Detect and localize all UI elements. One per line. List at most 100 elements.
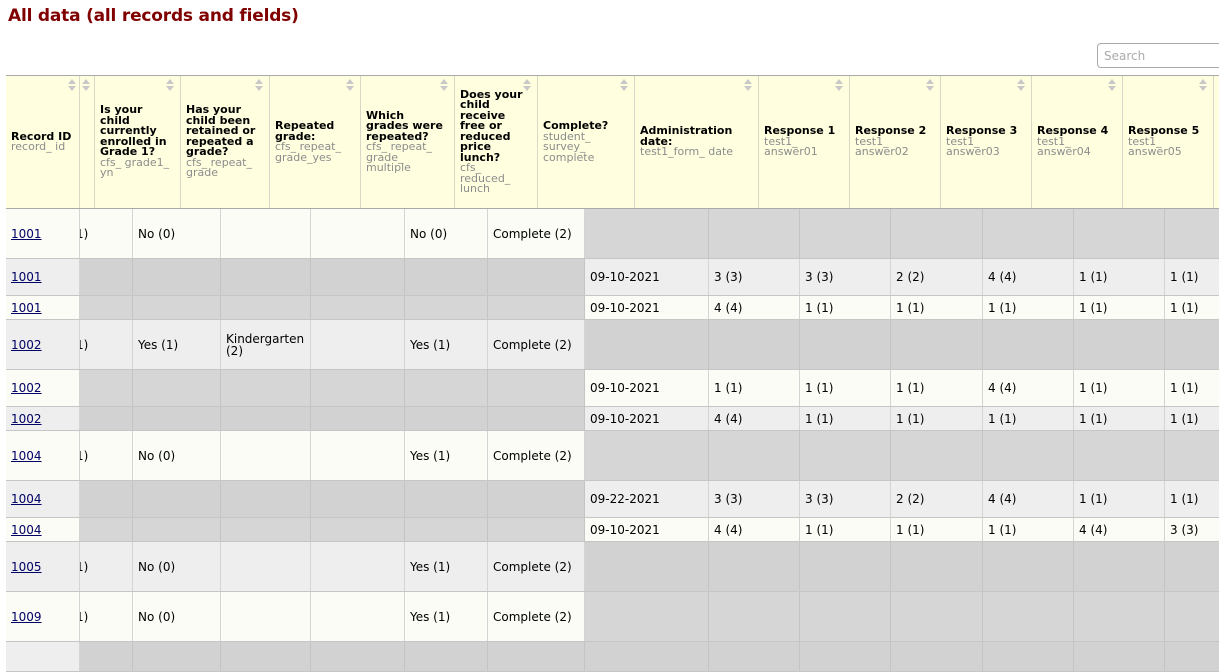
data-cell — [585, 592, 709, 641]
sort-both-icon[interactable] — [1108, 79, 1116, 93]
data-cell: No (0) — [133, 431, 221, 480]
data-cell — [983, 320, 1074, 369]
search-input[interactable] — [1097, 43, 1219, 68]
data-cell — [405, 481, 488, 517]
cell-value: 1 (1) — [896, 522, 925, 537]
data-cell: 1 (1) — [983, 407, 1074, 430]
sort-both-icon[interactable] — [926, 79, 934, 93]
cell-value: 09-10-2021 — [590, 300, 660, 315]
column-header[interactable]: Response 4 test1_ answer04 — [1032, 76, 1123, 208]
sort-both-icon[interactable] — [346, 79, 354, 93]
record-id-link[interactable]: 1004 — [11, 450, 42, 462]
data-cell: 3 (3) — [709, 259, 800, 295]
sort-both-icon[interactable] — [523, 79, 531, 93]
data-cell — [488, 481, 585, 517]
sort-both-icon[interactable] — [1199, 79, 1207, 93]
sort-both-icon[interactable] — [744, 79, 752, 93]
cell-value: 1 (1) — [988, 300, 1017, 315]
search-box[interactable] — [1097, 43, 1219, 68]
record-id-link[interactable]: 1002 — [11, 382, 42, 394]
data-cell — [488, 642, 585, 671]
data-cell — [891, 542, 983, 591]
cell-value: Yes (1) — [410, 559, 451, 574]
cell-value: Complete (2) — [493, 448, 572, 463]
data-cell — [800, 431, 891, 480]
sort-both-icon[interactable] — [1017, 79, 1025, 93]
column-header-partial[interactable] — [1214, 76, 1219, 208]
data-cell: 3 (3) — [800, 259, 891, 295]
record-id-cell: 1002 — [6, 320, 80, 369]
column-header[interactable]: Response 2 test1_ answer02 — [850, 76, 941, 208]
record-id-cell: 1001 — [6, 259, 80, 295]
sort-both-icon[interactable] — [82, 79, 90, 93]
data-cell: 1) — [80, 431, 133, 480]
data-cell — [311, 592, 405, 641]
record-id-link[interactable]: 1004 — [11, 493, 42, 505]
data-cell: 4 (4) — [983, 481, 1074, 517]
data-cell: Yes (1) — [133, 320, 221, 369]
table-row — [6, 642, 1219, 672]
data-cell — [311, 320, 405, 369]
column-header[interactable]: Does your child receive free or reduced … — [455, 76, 538, 208]
column-header[interactable]: Response 3 test1_ answer03 — [941, 76, 1032, 208]
column-header[interactable]: Response 5 test1_ answer05 — [1123, 76, 1214, 208]
data-cell — [311, 518, 405, 541]
column-header[interactable]: Which grades were repeated? cfs_ repeat_ … — [361, 76, 455, 208]
sort-both-icon[interactable] — [620, 79, 628, 93]
record-id-link[interactable]: 1001 — [11, 228, 42, 240]
record-id-link[interactable]: 1002 — [11, 339, 42, 351]
column-variable-name: cfs_ reduced_ lunch — [460, 161, 511, 195]
record-id-link[interactable]: 1001 — [11, 271, 42, 283]
data-cell — [585, 642, 709, 671]
data-cell: Yes (1) — [405, 592, 488, 641]
record-id-cell: 1004 — [6, 481, 80, 517]
column-header[interactable]: Complete? student_ survey_ complete — [538, 76, 635, 208]
data-cell — [221, 209, 311, 258]
sort-both-icon[interactable] — [68, 79, 76, 93]
data-cell — [311, 642, 405, 671]
cell-value: 1 (1) — [805, 411, 834, 426]
data-cell: 1 (1) — [709, 370, 800, 406]
data-cell — [221, 518, 311, 541]
column-header[interactable]: Is your child currently enrolled in Grad… — [95, 76, 181, 208]
column-label: Which grades were repeated? — [366, 108, 443, 143]
table-row: 1005 1) No (0) Yes (1) Complete (2) — [6, 542, 1219, 592]
sort-both-icon[interactable] — [255, 79, 263, 93]
record-id-link[interactable]: 1009 — [11, 611, 42, 623]
data-cell: Yes (1) — [405, 542, 488, 591]
data-cell: 3 (3) — [1165, 518, 1219, 541]
cell-value: 1 (1) — [988, 411, 1017, 426]
data-cell — [1165, 542, 1219, 591]
sort-both-icon[interactable] — [166, 79, 174, 93]
data-cell: 1 (1) — [1074, 259, 1165, 295]
data-cell — [311, 407, 405, 430]
data-cell — [891, 642, 983, 671]
column-header[interactable]: Response 1 test1_ answer01 — [759, 76, 850, 208]
data-cell: 1 (1) — [1165, 259, 1219, 295]
sort-both-icon[interactable] — [835, 79, 843, 93]
column-header[interactable] — [80, 76, 95, 208]
column-header[interactable]: Record ID record_ id — [6, 76, 80, 208]
cell-value: 1) — [80, 337, 89, 352]
data-cell — [709, 642, 800, 671]
column-header[interactable]: Repeated grade: cfs_ repeat_ grade_yes — [270, 76, 361, 208]
data-cell — [133, 518, 221, 541]
cell-value: Kindergarten (2) — [226, 331, 305, 358]
cell-value: Yes (1) — [138, 337, 179, 352]
record-id-cell: 1001 — [6, 296, 80, 319]
record-id-link[interactable]: 1001 — [11, 302, 42, 314]
column-header[interactable]: Administration date: test1_form_ date — [635, 76, 759, 208]
page-title: All data (all records and fields) — [8, 6, 299, 26]
column-variable-name: test1_ answer03 — [946, 134, 1000, 159]
record-id-link[interactable]: 1004 — [11, 524, 42, 536]
sort-both-icon[interactable] — [440, 79, 448, 93]
record-id-cell: 1004 — [6, 518, 80, 541]
data-cell — [221, 592, 311, 641]
column-header[interactable]: Has your child been retained or repeated… — [181, 76, 270, 208]
record-id-link[interactable]: 1002 — [11, 413, 42, 425]
data-cell — [311, 431, 405, 480]
data-cell — [983, 642, 1074, 671]
cell-value: 1 (1) — [1170, 270, 1199, 284]
record-id-link[interactable]: 1005 — [11, 561, 42, 573]
data-cell — [1165, 431, 1219, 480]
